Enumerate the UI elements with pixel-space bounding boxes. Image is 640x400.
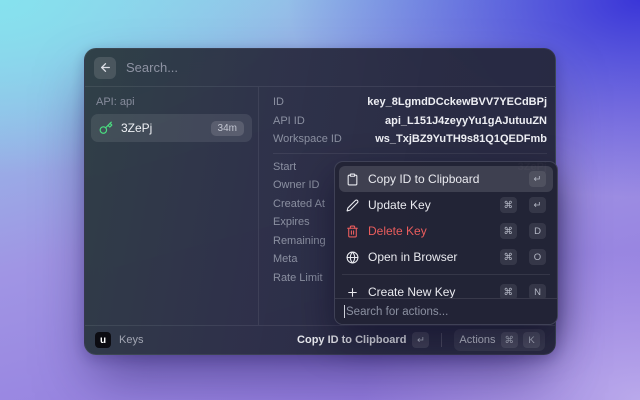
footer-divider: [441, 333, 442, 347]
actions-menu-button[interactable]: Actions ⌘ K: [454, 329, 545, 351]
command-key-icon: ⌘: [500, 197, 518, 213]
back-button[interactable]: [94, 57, 116, 79]
clipboard-icon: [346, 173, 359, 186]
n-key-icon: N: [529, 284, 546, 298]
enter-key-icon: ↵: [529, 197, 546, 213]
plus-icon: [346, 286, 359, 299]
arrow-left-icon: [99, 61, 112, 74]
detail-value: key_8LgmdDCckewBVV7YECdBPj: [367, 96, 547, 108]
sidebar-item-key[interactable]: 3ZePj 34m: [91, 114, 252, 142]
menu-item-delete-key[interactable]: Delete Key ⌘ D: [339, 218, 553, 244]
palette-footer: u Keys Copy ID to Clipboard ↵ Actions ⌘ …: [85, 325, 555, 354]
key-expiry-badge: 34m: [211, 121, 244, 136]
globe-icon: [346, 251, 359, 264]
menu-item-create-new-key[interactable]: Create New Key ⌘ N: [339, 279, 553, 298]
actions-search-input[interactable]: Search for actions...: [335, 298, 557, 324]
page-label: Keys: [119, 334, 289, 346]
sidebar-group-label: API: api: [96, 96, 252, 108]
palette-header: Search...: [85, 49, 555, 87]
actions-menu: Copy ID to Clipboard ↵ Update Key ⌘ ↵ De…: [334, 161, 558, 325]
detail-label: API ID: [273, 115, 385, 127]
detail-label: Workspace ID: [273, 133, 375, 145]
command-key-icon: ⌘: [500, 223, 518, 239]
detail-row: Workspace IDws_TxjBZ9YuTH9s81Q1QEDFmb: [273, 130, 547, 149]
menu-item-open-in-browser[interactable]: Open in Browser ⌘ O: [339, 244, 553, 270]
footer-primary-action[interactable]: Copy ID to Clipboard ↵: [297, 332, 429, 348]
key-icon: [99, 121, 113, 135]
command-key-icon: ⌘: [500, 249, 518, 265]
sidebar: API: api 3ZePj 34m: [85, 87, 259, 325]
pencil-icon: [346, 199, 359, 212]
detail-row: IDkey_8LgmdDCckewBVV7YECdBPj: [273, 93, 547, 112]
command-key-icon: ⌘: [501, 332, 519, 348]
menu-item-copy-id[interactable]: Copy ID to Clipboard ↵: [339, 166, 553, 192]
menu-item-update-key[interactable]: Update Key ⌘ ↵: [339, 192, 553, 218]
menu-divider: [342, 274, 550, 275]
detail-label: ID: [273, 96, 367, 108]
actions-menu-list: Copy ID to Clipboard ↵ Update Key ⌘ ↵ De…: [335, 166, 557, 298]
text-caret: [344, 305, 345, 318]
enter-key-icon: ↵: [529, 171, 546, 187]
enter-key-icon: ↵: [412, 332, 429, 348]
detail-row: API IDapi_L151J4zeyyYu1gAJutuuZN: [273, 112, 547, 131]
key-name: 3ZePj: [121, 121, 203, 135]
trash-icon: [346, 225, 359, 238]
detail-value: api_L151J4zeyyYu1gAJutuuZN: [385, 115, 547, 127]
d-key-icon: D: [529, 223, 546, 239]
details-divider: [273, 153, 547, 154]
k-key-icon: K: [523, 332, 540, 348]
command-key-icon: ⌘: [500, 284, 518, 298]
unkey-logo: u: [95, 332, 111, 348]
o-key-icon: O: [529, 249, 546, 265]
detail-value: ws_TxjBZ9YuTH9s81Q1QEDFmb: [375, 133, 547, 145]
search-input[interactable]: Search...: [126, 60, 178, 75]
